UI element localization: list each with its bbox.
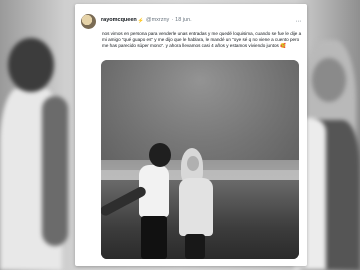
lightning-emoji: ⚡	[137, 17, 144, 24]
photo-man-head	[149, 143, 171, 167]
tweet-photo[interactable]	[101, 60, 299, 259]
background-man-head	[8, 38, 54, 92]
tweet-card[interactable]: rayomcqueen ⚡ @mxrzny · 18 jun. ··· nos …	[75, 4, 307, 266]
tweet-text: nos vimos en persona para venderle unas …	[102, 31, 302, 49]
background-woman-face	[312, 58, 346, 102]
more-options-icon[interactable]: ···	[296, 18, 302, 25]
photo-man-legs	[141, 216, 167, 259]
tweet-user-line: rayomcqueen ⚡ @mxrzny · 18 jun.	[101, 18, 192, 24]
photo-woman-coat	[179, 178, 213, 236]
photo-woman-legs	[185, 234, 205, 259]
author-name[interactable]: rayomcqueen	[101, 18, 137, 24]
tweet-header: rayomcqueen ⚡ @mxrzny · 18 jun. ···	[81, 13, 301, 29]
separator-dot: ·	[171, 17, 174, 24]
photo-sky	[101, 60, 299, 160]
tweet-timestamp[interactable]: 18 jun.	[175, 18, 192, 24]
photo-woman-face	[187, 156, 199, 171]
background-man-arm	[42, 96, 68, 246]
author-handle[interactable]: @mxrzny	[146, 18, 169, 24]
avatar[interactable]	[81, 13, 96, 29]
